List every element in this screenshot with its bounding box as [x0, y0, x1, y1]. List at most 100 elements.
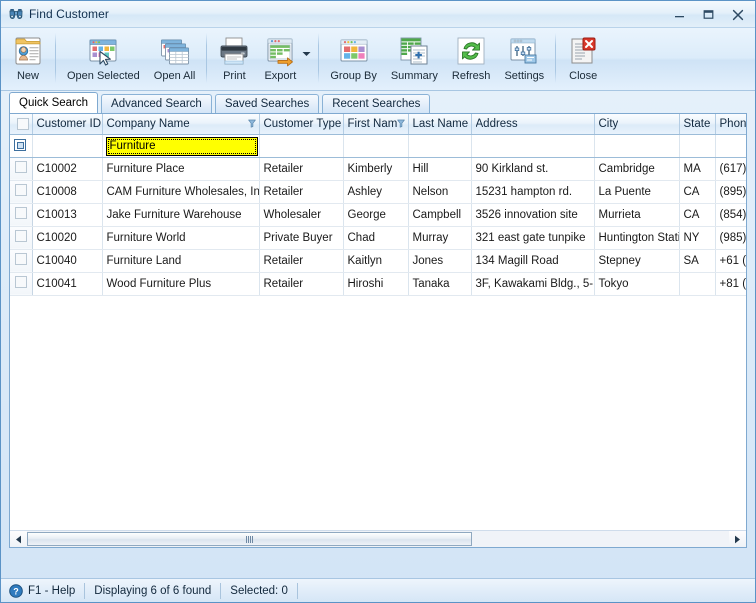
filter-cell-customer-type[interactable]	[259, 134, 344, 158]
cell-phone: +61 (08	[715, 249, 746, 273]
filter-cell-customer-id[interactable]	[32, 134, 103, 158]
row-select-cell[interactable]	[10, 180, 33, 204]
cell-company-name: Furniture Land	[102, 249, 260, 273]
tab-quick-search[interactable]: Quick Search	[9, 92, 99, 113]
column-header-phone[interactable]: Phone	[715, 114, 746, 135]
row-checkbox[interactable]	[14, 161, 27, 173]
export-dropdown-button[interactable]	[301, 47, 312, 61]
filter-row-indicator	[10, 134, 33, 158]
table-row[interactable]: C10008 CAM Furniture Wholesales, Inc. Re…	[10, 180, 746, 204]
filter-cell-city[interactable]	[594, 134, 680, 158]
row-checkbox[interactable]	[14, 184, 27, 196]
scrollbar-thumb[interactable]	[27, 532, 472, 546]
help-icon: ?	[9, 583, 23, 598]
filter-cell-state[interactable]	[679, 134, 716, 158]
cell-customer-id: C10002	[32, 157, 103, 181]
column-header-label: Last Name	[412, 117, 469, 130]
company-name-filter-input[interactable]: Furniture	[105, 136, 258, 156]
export-button[interactable]: Export	[257, 31, 303, 87]
window-title: Find Customer	[29, 7, 109, 21]
select-all-checkbox[interactable]	[16, 117, 29, 130]
group-by-button[interactable]: Group By	[323, 31, 383, 87]
maximize-button[interactable]	[695, 5, 722, 25]
close-button[interactable]	[724, 5, 751, 25]
cell-last-name: Nelson	[408, 180, 472, 204]
summary-button[interactable]: Summary	[384, 31, 445, 87]
print-button[interactable]: Print	[211, 31, 257, 87]
summary-button-label: Summary	[390, 70, 438, 82]
row-checkbox[interactable]	[14, 253, 27, 265]
cell-customer-type: Retailer	[259, 249, 344, 273]
filter-cell-company-name[interactable]: Furniture	[102, 134, 260, 158]
table-header-row: Customer ID Company Name Customer Type F…	[10, 114, 746, 135]
cell-phone: (617) 4	[715, 157, 746, 181]
table-row[interactable]: C10020 Furniture World Private Buyer Cha…	[10, 226, 746, 250]
filter-funnel-icon[interactable]	[247, 119, 256, 128]
filter-cell-address[interactable]	[471, 134, 595, 158]
filter-cell-last-name[interactable]	[408, 134, 472, 158]
row-checkbox[interactable]	[14, 276, 27, 288]
cell-state: SA	[679, 249, 716, 273]
scrollbar-track[interactable]	[27, 531, 729, 547]
cell-address: 134 Magill Road	[471, 249, 595, 273]
svg-text:?: ?	[13, 586, 19, 596]
arrow-right-icon	[735, 535, 740, 543]
scroll-left-button[interactable]	[10, 531, 27, 547]
cell-city: Huntington Statio	[594, 226, 680, 250]
group-by-icon	[340, 39, 368, 62]
column-header-customer-id[interactable]: Customer ID	[32, 114, 103, 135]
results-table: Customer ID Company Name Customer Type F…	[10, 114, 746, 296]
open-all-button[interactable]: Open All	[147, 31, 203, 87]
table-row[interactable]: C10013 Jake Furniture Warehouse Wholesal…	[10, 203, 746, 227]
tab-saved-searches[interactable]: Saved Searches	[214, 94, 320, 113]
filter-cell-phone[interactable]	[715, 134, 746, 158]
horizontal-scrollbar[interactable]	[10, 530, 746, 547]
new-button[interactable]: New	[5, 31, 51, 87]
column-header-state[interactable]: State	[679, 114, 716, 135]
column-header-address[interactable]: Address	[471, 114, 595, 135]
minimize-button[interactable]	[666, 5, 693, 25]
column-header-first-name[interactable]: First Name	[343, 114, 409, 135]
row-checkbox[interactable]	[14, 207, 27, 219]
selected-count-label: Selected: 0	[230, 584, 288, 597]
open-selected-button-label: Open Selected	[67, 70, 140, 82]
row-select-cell[interactable]	[10, 226, 33, 250]
new-button-label: New	[16, 70, 39, 82]
select-all-header[interactable]	[10, 114, 33, 135]
window-controls	[666, 1, 751, 28]
filter-funnel-icon[interactable]	[396, 119, 405, 128]
column-header-city[interactable]: City	[594, 114, 680, 135]
tab-recent-searches[interactable]: Recent Searches	[322, 94, 431, 113]
table-row[interactable]: C10041 Wood Furniture Plus Retailer Hiro…	[10, 272, 746, 296]
row-checkbox[interactable]	[14, 230, 27, 242]
cell-city: Murrieta	[594, 203, 680, 227]
tab-advanced-search[interactable]: Advanced Search	[101, 94, 212, 113]
export-button-label: Export	[264, 70, 297, 82]
row-select-cell[interactable]	[10, 272, 33, 296]
cell-first-name: Kimberly	[343, 157, 409, 181]
row-select-cell[interactable]	[10, 157, 33, 181]
refresh-button[interactable]: Refresh	[445, 31, 498, 87]
cell-state: CA	[679, 203, 716, 227]
cell-customer-id: C10020	[32, 226, 103, 250]
filter-row: Furniture	[10, 134, 746, 158]
cell-phone: (854) 6	[715, 203, 746, 227]
row-select-cell[interactable]	[10, 203, 33, 227]
close-document-button[interactable]: Close	[560, 31, 606, 87]
toolbar-separator	[318, 33, 320, 83]
settings-button[interactable]: Settings	[497, 31, 551, 87]
filter-cell-first-name[interactable]	[343, 134, 409, 158]
cell-last-name: Campbell	[408, 203, 472, 227]
column-header-company-name[interactable]: Company Name	[102, 114, 260, 135]
table-row[interactable]: C10040 Furniture Land Retailer Kaitlyn J…	[10, 249, 746, 273]
column-header-label: State	[683, 117, 711, 130]
help-status-item[interactable]: ? F1 - Help	[7, 582, 86, 599]
scroll-right-button[interactable]	[729, 531, 746, 547]
open-selected-button[interactable]: Open Selected	[60, 31, 147, 87]
column-header-customer-type[interactable]: Customer Type	[259, 114, 344, 135]
row-select-cell[interactable]	[10, 249, 33, 273]
cell-first-name: George	[343, 203, 409, 227]
column-header-last-name[interactable]: Last Name	[408, 114, 472, 135]
record-count-status: Displaying 6 of 6 found	[85, 582, 222, 599]
table-row[interactable]: C10002 Furniture Place Retailer Kimberly…	[10, 157, 746, 181]
